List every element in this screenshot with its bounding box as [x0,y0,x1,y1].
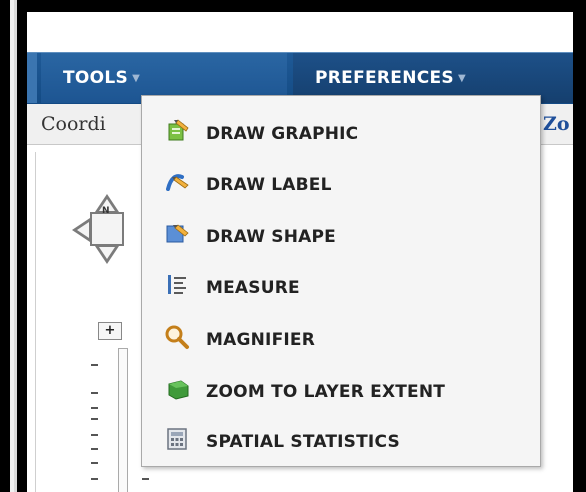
magnifier-icon [165,325,189,349]
chevron-down-icon: ▼ [132,73,141,84]
pan-north-label: N [102,206,110,216]
menu-item-label: SPATIAL STATISTICS [206,432,400,452]
pan-south-arrow-fill [99,247,115,259]
menu-item-label: MAGNIFIER [206,330,316,350]
spatial-statistics-icon [167,428,187,450]
coordinates-label: Coordi [41,113,106,135]
zoom-slider[interactable] [118,348,128,492]
menu-item-zoom-to-layer-extent[interactable]: ZOOM TO LAYER EXTENT [142,366,540,418]
draw-label-icon [166,174,189,191]
menu-item-draw-graphic[interactable]: DRAW GRAPHIC [142,108,540,160]
zoom-to-layer-extent-icon [168,380,189,400]
zoom-tick [91,392,98,394]
menu-item-label: MEASURE [206,278,300,298]
zoom-tick [91,448,98,450]
draw-graphic-icon [168,119,189,141]
measure-icon [168,275,186,294]
menu-item-measure[interactable]: MEASURE [142,262,540,314]
zoom-tick [91,418,98,420]
left-panel-edge [14,0,17,492]
tools-dropdown: DRAW GRAPHIC DRAW LABEL DRAW SHAPE MEASU… [141,95,541,467]
zoom-tick [91,364,98,366]
tools-menu-label: TOOLS [63,68,129,88]
zoom-tick [91,407,98,409]
zoom-tick [91,478,98,480]
menu-item-label: DRAW GRAPHIC [206,124,359,144]
chevron-down-icon: ▼ [457,73,466,84]
pan-center-button[interactable] [90,212,124,246]
menu-item-draw-shape[interactable]: DRAW SHAPE [142,211,540,263]
menu-item-draw-label[interactable]: DRAW LABEL [142,159,540,211]
draw-shape-icon [166,224,189,243]
preferences-menu-label: PREFERENCES [315,68,454,88]
menu-item-label: DRAW SHAPE [206,227,336,247]
pan-control[interactable]: N [72,194,142,268]
zoom-tick [91,434,98,436]
zoom-tick [91,462,98,464]
menu-item-label: ZOOM TO LAYER EXTENT [206,382,446,402]
app-window: TOOLS ▼ PREFERENCES ▼ Coordi Zo N + DRAW… [27,12,573,492]
menu-item-magnifier[interactable]: MAGNIFIER [142,314,540,366]
zoom-in-button[interactable]: + [98,322,122,340]
menu-item-label: DRAW LABEL [206,175,332,195]
zoom-tick [142,478,149,480]
menu-item-spatial-statistics[interactable]: SPATIAL STATISTICS [142,416,540,468]
pan-west-arrow-fill [77,222,89,238]
zoom-link[interactable]: Zo [543,104,570,144]
menubar-left-cap [27,53,37,103]
